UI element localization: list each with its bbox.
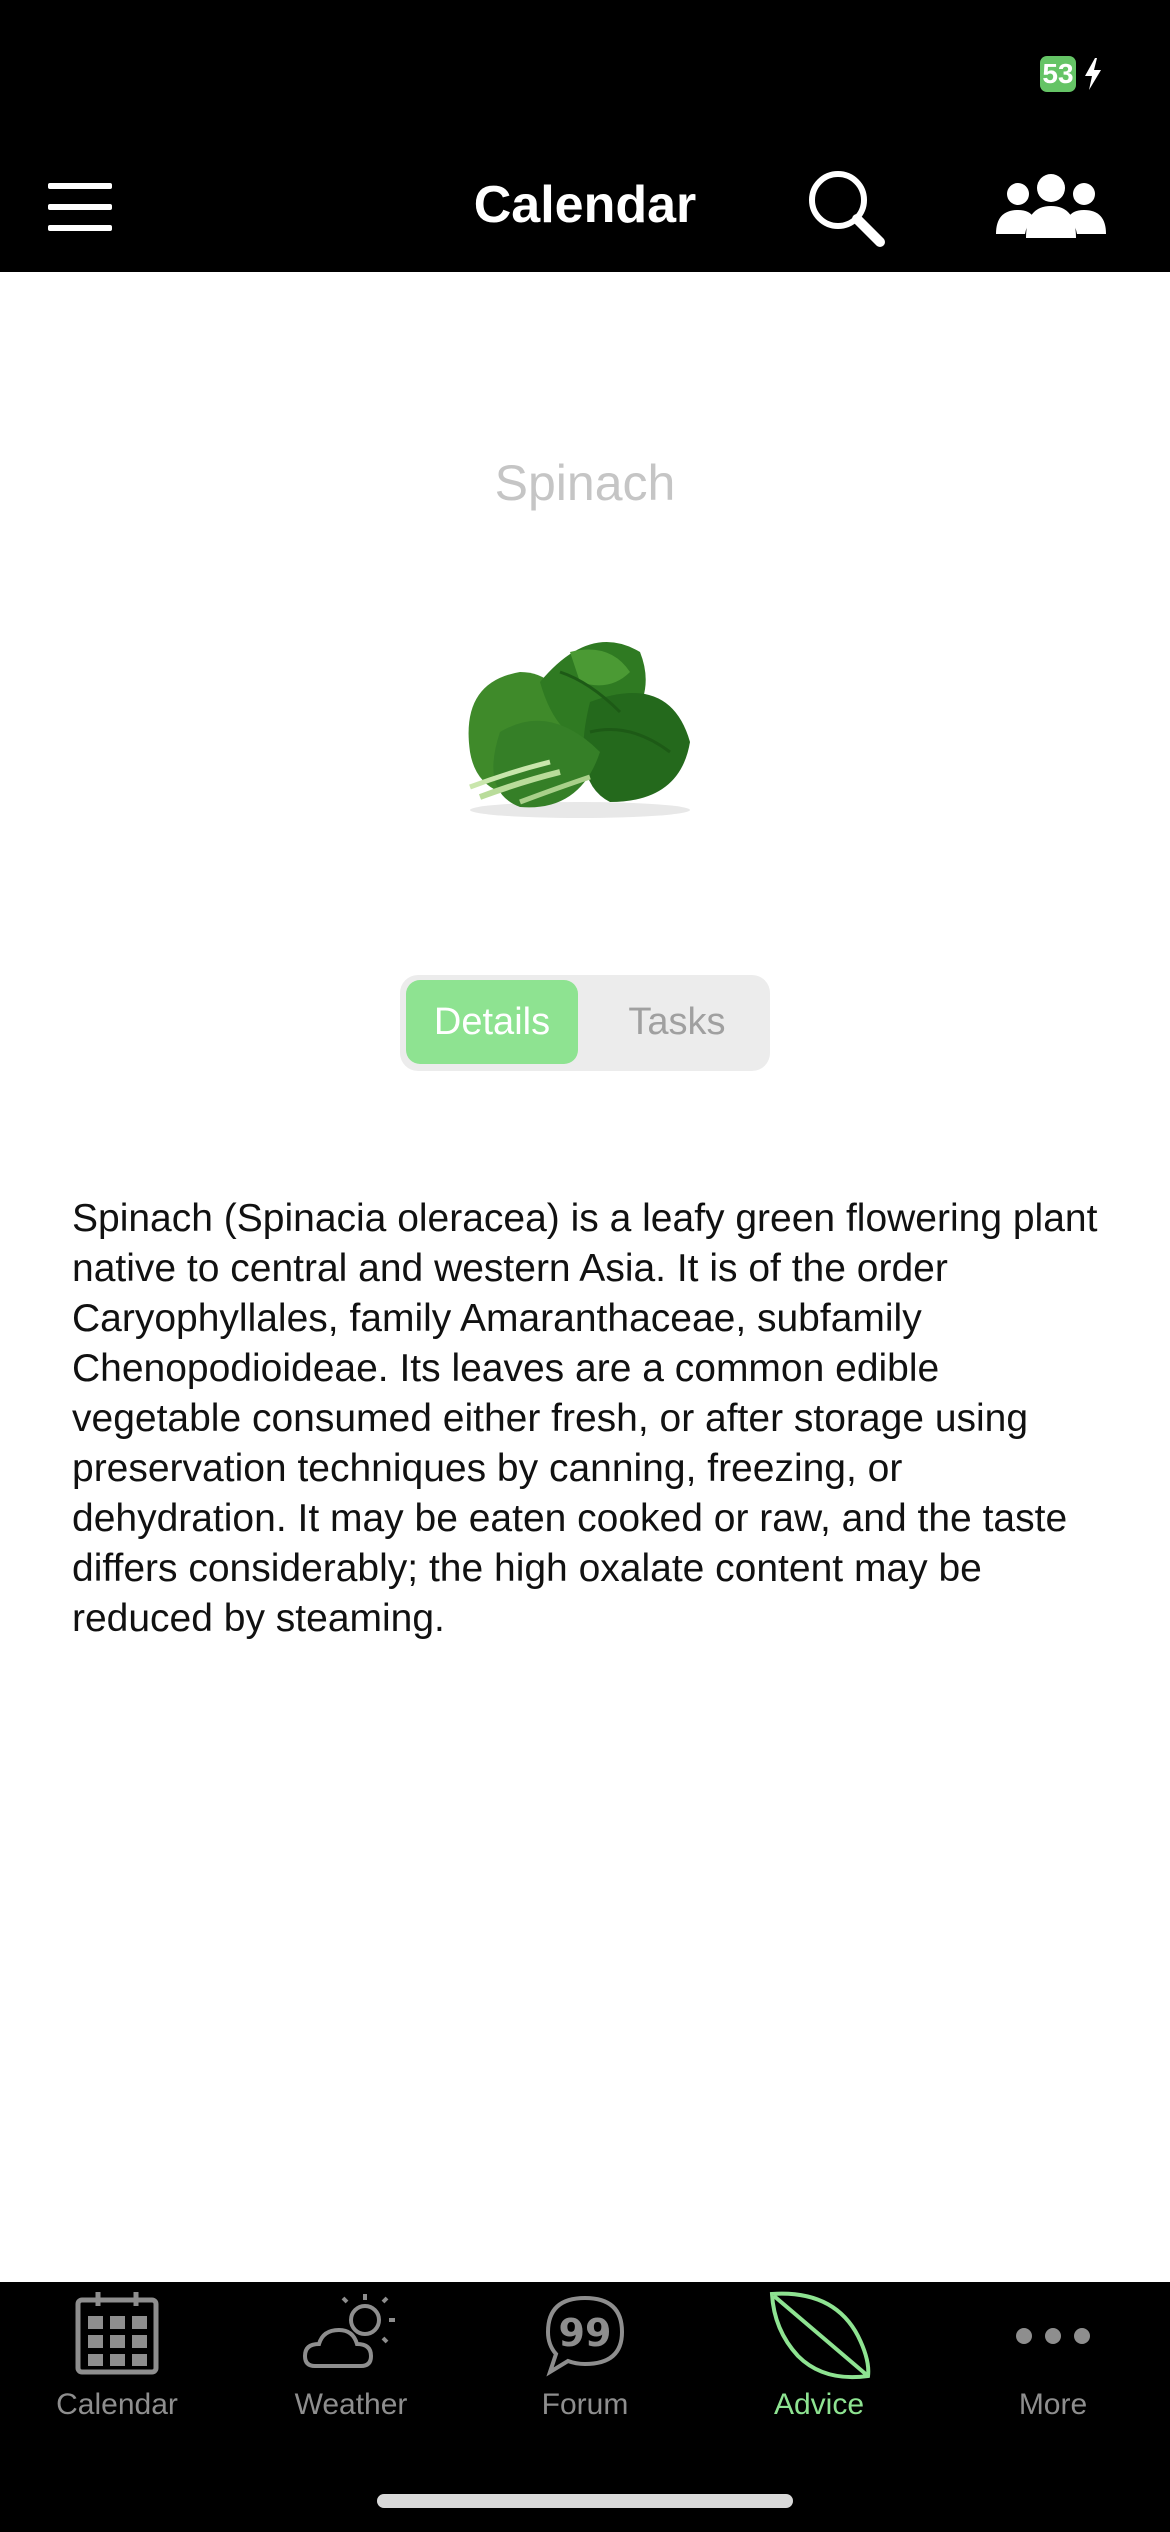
battery-indicator: 53 [1040,56,1076,92]
tab-label: More [1018,2388,1088,2421]
spinach-image [468,642,690,818]
home-indicator[interactable] [377,2494,793,2508]
tab-label: Weather [294,2388,408,2421]
community-icon[interactable] [996,172,1106,238]
tab-weather[interactable]: Weather [234,2290,468,2430]
speech-bubble-icon: 99 [545,2295,625,2377]
tab-forum[interactable]: 99 Forum [468,2290,702,2430]
svg-text:99: 99 [559,2311,612,2355]
tab-tasks[interactable]: Tasks [590,980,764,1064]
tab-label: Forum [541,2388,629,2421]
plant-description: Spinach (Spinacia oleracea) is a leafy g… [72,1197,1098,1640]
tab-details[interactable]: Details [406,980,578,1064]
tab-label: Calendar [56,2388,178,2421]
status-bar [0,0,1170,140]
charging-bolt-icon [1085,58,1101,90]
tab-label: Advice [773,2388,865,2421]
tab-calendar[interactable]: Calendar [0,2290,234,2430]
leaf-icon [769,2291,871,2380]
ellipsis-icon [1016,2328,1090,2344]
calendar-grid-icon [75,2292,159,2375]
page-title: Calendar [473,176,697,234]
plant-name: Spinach [494,455,676,511]
search-icon[interactable] [804,166,888,250]
cloud-sun-icon [302,2294,395,2368]
tab-advice[interactable]: Advice [702,2290,936,2430]
tab-more[interactable]: More [936,2290,1170,2430]
